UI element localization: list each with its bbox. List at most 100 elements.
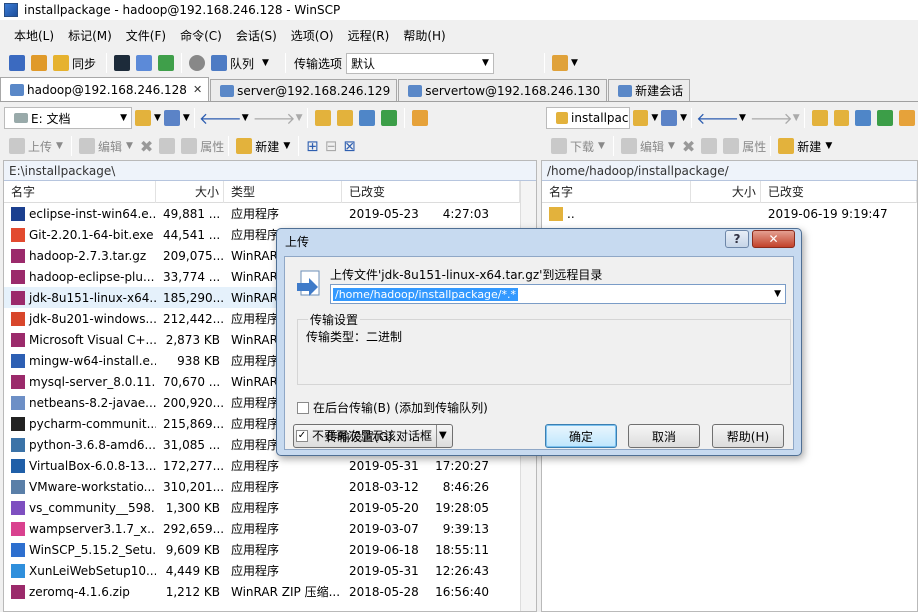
queue-icon[interactable] bbox=[211, 55, 228, 71]
background-transfer-checkbox[interactable] bbox=[297, 401, 309, 414]
menu-files[interactable]: 文件(F) bbox=[124, 26, 168, 45]
root-directory-icon[interactable] bbox=[833, 110, 850, 126]
menu-commands[interactable]: 命令(C) bbox=[178, 26, 224, 45]
table-row[interactable]: VMware-workstatio... 310,201... 应用程序 2018-0… bbox=[4, 476, 536, 497]
dont-show-option[interactable]: ✓ 不要再次显示该对话框 bbox=[296, 427, 432, 444]
chevron-down-icon[interactable]: ▼ bbox=[668, 141, 675, 151]
chevron-down-icon[interactable]: ▼ bbox=[793, 113, 800, 123]
menu-remote[interactable]: 远程(R) bbox=[346, 26, 392, 45]
chevron-down-icon[interactable]: ▼ bbox=[436, 425, 447, 447]
find-files-icon[interactable] bbox=[899, 110, 916, 126]
back-arrow-icon[interactable]: 🡐 bbox=[199, 108, 242, 128]
new-folder-icon[interactable] bbox=[778, 138, 795, 154]
chevron-down-icon[interactable]: ▼ bbox=[126, 141, 133, 151]
rename-icon[interactable] bbox=[701, 138, 718, 154]
chevron-down-icon[interactable]: ▼ bbox=[183, 113, 190, 123]
root-directory-icon[interactable] bbox=[336, 110, 353, 126]
properties-icon[interactable] bbox=[181, 138, 198, 154]
open-folder-icon[interactable] bbox=[632, 110, 649, 126]
edit-button[interactable]: 编辑 bbox=[98, 138, 122, 155]
edit-icon[interactable] bbox=[620, 138, 637, 154]
back-arrow-icon[interactable]: 🡐 bbox=[696, 108, 739, 128]
menu-options[interactable]: 选项(O) bbox=[289, 26, 336, 45]
new-folder-icon[interactable] bbox=[236, 138, 253, 154]
column-name[interactable]: 名字 bbox=[4, 180, 156, 203]
properties-button[interactable]: 属性 bbox=[200, 138, 224, 155]
table-row[interactable]: VirtualBox-6.0.8-13... 172,277... 应用程序 2019… bbox=[4, 455, 536, 476]
properties-button[interactable]: 属性 bbox=[742, 138, 766, 155]
close-icon[interactable]: ✕ bbox=[193, 83, 202, 96]
filter-icon[interactable] bbox=[163, 110, 180, 126]
close-icon[interactable]: ✕ bbox=[752, 230, 795, 248]
column-size[interactable]: 大小 bbox=[156, 180, 224, 203]
chevron-down-icon[interactable]: ▼ bbox=[680, 113, 687, 123]
chevron-down-icon[interactable]: ▼ bbox=[262, 58, 269, 68]
right-path-bar[interactable]: /home/hadoop/installpackage/ bbox=[542, 161, 917, 181]
table-row[interactable]: wampserver3.1.7_x... 292,659... 应用程序 2019-0… bbox=[4, 518, 536, 539]
putty-icon[interactable] bbox=[136, 55, 153, 71]
download-button[interactable]: 下载 bbox=[570, 138, 594, 155]
parent-directory-icon[interactable] bbox=[314, 110, 331, 126]
ok-button[interactable]: 确定 bbox=[545, 424, 617, 448]
edit-button[interactable]: 编辑 bbox=[640, 138, 664, 155]
open-folder-icon[interactable] bbox=[135, 110, 151, 126]
upload-button[interactable]: 上传 bbox=[28, 138, 52, 155]
left-drive-select[interactable]: E: 文档 ▼ bbox=[4, 107, 132, 129]
list-item[interactable]: .. 2019-06-19 9:19:47 bbox=[542, 203, 917, 224]
chevron-down-icon[interactable]: ▼ bbox=[651, 113, 658, 123]
new-button[interactable]: 新建 bbox=[797, 138, 821, 155]
column-size[interactable]: 大小 bbox=[691, 180, 761, 203]
sync-icon[interactable] bbox=[53, 55, 69, 71]
unselect-all-icon[interactable]: ⊟ bbox=[325, 137, 338, 155]
menu-help[interactable]: 帮助(H) bbox=[401, 26, 447, 45]
help-title-button[interactable]: ? bbox=[725, 230, 749, 248]
dont-show-checkbox[interactable]: ✓ bbox=[296, 429, 308, 442]
column-name[interactable]: 名字 bbox=[542, 180, 692, 203]
gear-icon[interactable] bbox=[189, 55, 206, 71]
forward-arrow-icon[interactable]: 🡒 bbox=[253, 108, 296, 128]
target-directory-value[interactable]: /home/hadoop/installpackage/*.* bbox=[333, 287, 519, 301]
compare-directories-icon[interactable] bbox=[9, 55, 25, 71]
chevron-down-icon[interactable]: ▼ bbox=[283, 141, 290, 151]
filter-icon[interactable] bbox=[661, 110, 678, 126]
column-changed[interactable]: 已改变 bbox=[342, 180, 520, 203]
delete-icon[interactable]: ✖ bbox=[140, 137, 153, 156]
menu-session[interactable]: 会话(S) bbox=[234, 26, 279, 45]
queue-button-label[interactable]: 队列 bbox=[230, 55, 254, 72]
left-path-bar[interactable]: E:\installpackage\ bbox=[4, 161, 536, 181]
tab-hadoop[interactable]: hadoop@192.168.246.128 ✕ bbox=[0, 77, 210, 101]
select-all-icon[interactable]: ⊞ bbox=[306, 137, 319, 155]
chevron-down-icon[interactable]: ▼ bbox=[56, 141, 63, 151]
home-icon[interactable] bbox=[358, 110, 375, 126]
find-files-icon[interactable] bbox=[411, 110, 428, 126]
new-button[interactable]: 新建 bbox=[255, 138, 279, 155]
menu-mark[interactable]: 标记(M) bbox=[66, 26, 114, 45]
tab-server[interactable]: server@192.168.246.129 bbox=[210, 79, 398, 101]
chevron-down-icon[interactable]: ▼ bbox=[296, 113, 303, 123]
column-changed[interactable]: 已改变 bbox=[761, 180, 917, 203]
table-row[interactable]: WinSCP_5.15.2_Setu... 9,609 KB 应用程序 2019-06… bbox=[4, 539, 536, 560]
chevron-down-icon[interactable]: ▼ bbox=[571, 58, 578, 68]
select-filter-icon[interactable]: ⊠ bbox=[343, 137, 356, 155]
chevron-down-icon[interactable]: ▼ bbox=[154, 113, 161, 123]
transfer-preset-select[interactable]: 默认 ▼ bbox=[345, 52, 494, 74]
chevron-down-icon[interactable]: ▼ bbox=[739, 113, 746, 123]
chevron-down-icon[interactable]: ▼ bbox=[598, 141, 605, 151]
edit-icon[interactable] bbox=[78, 138, 95, 154]
rename-icon[interactable] bbox=[159, 138, 176, 154]
chevron-down-icon[interactable]: ▼ bbox=[242, 113, 249, 123]
help-button[interactable]: 帮助(H) bbox=[712, 424, 784, 448]
right-directory-select[interactable]: installpac bbox=[546, 107, 630, 129]
forward-arrow-icon[interactable]: 🡒 bbox=[750, 108, 793, 128]
tab-new-session[interactable]: 新建会话 bbox=[608, 79, 691, 101]
parent-directory-icon[interactable] bbox=[811, 110, 828, 126]
upload-icon[interactable] bbox=[9, 138, 25, 154]
transfer-settings-icon[interactable] bbox=[551, 55, 568, 71]
refresh-icon[interactable] bbox=[877, 110, 894, 126]
delete-icon[interactable]: ✖ bbox=[682, 137, 695, 156]
download-icon[interactable] bbox=[551, 138, 567, 154]
console-icon[interactable] bbox=[114, 55, 131, 71]
sync-button-label[interactable]: 同步 bbox=[72, 55, 96, 72]
table-row[interactable]: XunLeiWebSetup10... 4,449 KB 应用程序 2019-05-3… bbox=[4, 560, 536, 581]
table-row[interactable]: vs_community__598... 1,300 KB 应用程序 2019-05-… bbox=[4, 497, 536, 518]
